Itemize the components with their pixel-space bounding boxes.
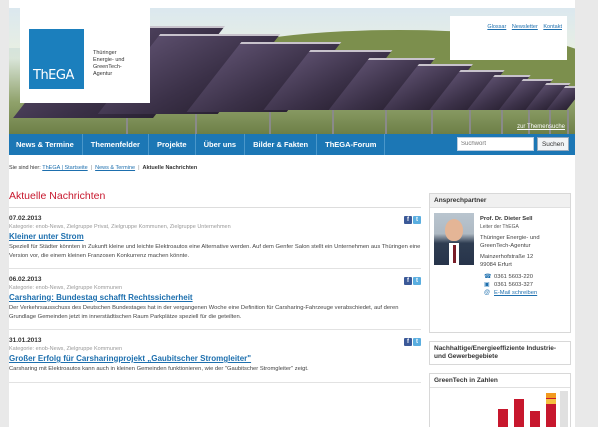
contact-phone: ☎ 0361 5603-220 [484, 274, 534, 280]
facebook-icon[interactable]: f [404, 338, 412, 346]
panel-pole [527, 110, 530, 134]
page-title: Aktuelle Nachrichten [9, 190, 421, 208]
facebook-icon[interactable]: f [404, 216, 412, 224]
search-button[interactable]: Suchen [537, 137, 569, 151]
breadcrumb-current: Aktuelle Nachrichten [142, 165, 198, 171]
panel-pole [126, 118, 128, 134]
twitter-icon[interactable]: t [413, 338, 421, 346]
chart-bar [530, 411, 540, 427]
themensuche-link[interactable]: zur Themensuche [517, 124, 565, 130]
greentech-chart [498, 391, 568, 427]
news-title-link[interactable]: Großer Erfolg für Carsharingprojekt „Gau… [9, 354, 421, 363]
nav-item-projekte[interactable]: Projekte [149, 134, 196, 155]
news-date: 31.01.2013 [9, 337, 42, 344]
panel-pole [567, 110, 569, 134]
chart-bar-top [546, 399, 556, 404]
share-buttons: f t [404, 277, 421, 285]
breadcrumb-home[interactable]: ThEGA | Startseite [42, 165, 87, 171]
contact-info: Prof. Dr. Dieter Sell Leiter der ThEGA T… [480, 215, 570, 297]
nav-item-themenfelder[interactable]: Themenfelder [83, 134, 149, 155]
facebook-icon[interactable]: f [404, 277, 412, 285]
chart-bar [514, 399, 524, 427]
glossar-link[interactable]: Glossar [487, 24, 506, 30]
panel-pole [385, 110, 388, 134]
chart-bar-top [546, 393, 556, 398]
sidebar: Ansprechpartner Prof. Dr. Dieter Sell Le… [429, 193, 571, 427]
main-content: Aktuelle Nachrichten f t 07.02.2013 Kate… [9, 190, 421, 383]
logo-mark: ThEGA [29, 29, 84, 89]
top-links: Glossar Newsletter Kontakt [450, 16, 567, 60]
kontakt-link[interactable]: Kontakt [543, 24, 562, 30]
chart-bar [560, 391, 568, 427]
panel-pole [430, 110, 433, 134]
contact-email: @ E-Mail schreiben [480, 289, 570, 297]
share-buttons: f t [404, 338, 421, 346]
breadcrumb-prefix: Sie sind hier: [9, 165, 41, 171]
contact-org: Thüringer Energie- und GreenTech-Agentur [480, 235, 540, 249]
news-category: Kategorie: enob-News, Zielgruppe Kommune… [9, 346, 123, 352]
greentech-title: GreenTech in Zahlen [430, 374, 570, 388]
email-icon: @ [484, 290, 491, 296]
contact-photo [434, 213, 474, 265]
nav-item-bilder-fakten[interactable]: Bilder & Fakten [245, 134, 318, 155]
logo-tagline: Thüringer Energie- und GreenTech- Agentu… [93, 50, 125, 77]
breadcrumb-news[interactable]: News & Termine [95, 165, 135, 171]
newsletter-link[interactable]: Newsletter [512, 24, 538, 30]
search-bar: Suchen [457, 137, 569, 151]
greentech-box[interactable]: GreenTech in Zahlen [429, 373, 571, 427]
twitter-icon[interactable]: t [413, 216, 421, 224]
share-buttons: f t [404, 216, 421, 224]
page: ThEGA Thüringer Energie- und GreenTech- … [9, 0, 575, 427]
email-link[interactable]: E-Mail schreiben [494, 289, 537, 297]
nav-item-forum[interactable]: ThEGA-Forum [317, 134, 386, 155]
industry-title: Nachhaltige/Energieeffiziente Industrie-… [430, 342, 570, 364]
news-teaser: Der Verkehrsausschuss des Deutschen Bund… [9, 305, 399, 320]
panel-pole [332, 110, 335, 134]
news-item: f t 07.02.2013 Kategorie: enob-News, Zie… [9, 208, 421, 269]
phone-icon: ☎ [484, 274, 492, 280]
news-date: 06.02.2013 [9, 276, 42, 283]
twitter-icon[interactable]: t [413, 277, 421, 285]
contact-fax: ▣ 0361 5603-327 [484, 282, 534, 288]
news-teaser: Speziell für Städter könnten in Zukunft … [9, 244, 421, 259]
contact-title: Ansprechpartner [430, 194, 570, 208]
panel-pole [195, 114, 197, 134]
main-nav: News & Termine Themenfelder Projekte Übe… [9, 134, 575, 155]
nav-item-news[interactable]: News & Termine [9, 134, 83, 155]
news-title-link[interactable]: Carsharing: Bundestag schafft Rechtssich… [9, 293, 421, 302]
contact-role: Leiter der ThEGA [480, 224, 519, 230]
news-item: f t 06.02.2013 Kategorie: enob-News, Zie… [9, 269, 421, 330]
breadcrumb: Sie sind hier: ThEGA | Startseite | News &… [9, 165, 198, 171]
news-category: Kategorie: enob-News, Zielgruppe Privat,… [9, 224, 231, 230]
news-title-link[interactable]: Kleiner unter Strom [9, 232, 421, 241]
panel-pole [469, 110, 472, 134]
contact-name: Prof. Dr. Dieter Sell [480, 216, 533, 222]
chart-bar [546, 393, 556, 427]
header-banner: ThEGA Thüringer Energie- und GreenTech- … [9, 8, 575, 134]
contact-address: Mainzerhofstraße 12 99084 Erfurt [480, 254, 534, 268]
panel-pole [269, 112, 271, 134]
news-category: Kategorie: enob-News, Zielgruppe Kommune… [9, 285, 123, 291]
nav-item-ueber-uns[interactable]: Über uns [196, 134, 246, 155]
panel-pole [500, 110, 503, 134]
news-item: f t 31.01.2013 Kategorie: enob-News, Zie… [9, 330, 421, 383]
chart-bar [498, 409, 508, 427]
panel-pole [549, 110, 552, 134]
fax-icon: ▣ [484, 282, 490, 288]
news-teaser: Carsharing mit Elektroautos kann auch in… [9, 366, 309, 372]
industry-box[interactable]: Nachhaltige/Energieeffiziente Industrie-… [429, 341, 571, 365]
search-input[interactable] [457, 137, 534, 151]
news-date: 07.02.2013 [9, 215, 42, 222]
thega-logo[interactable]: ThEGA Thüringer Energie- und GreenTech- … [20, 8, 150, 103]
contact-box: Ansprechpartner Prof. Dr. Dieter Sell Le… [429, 193, 571, 333]
